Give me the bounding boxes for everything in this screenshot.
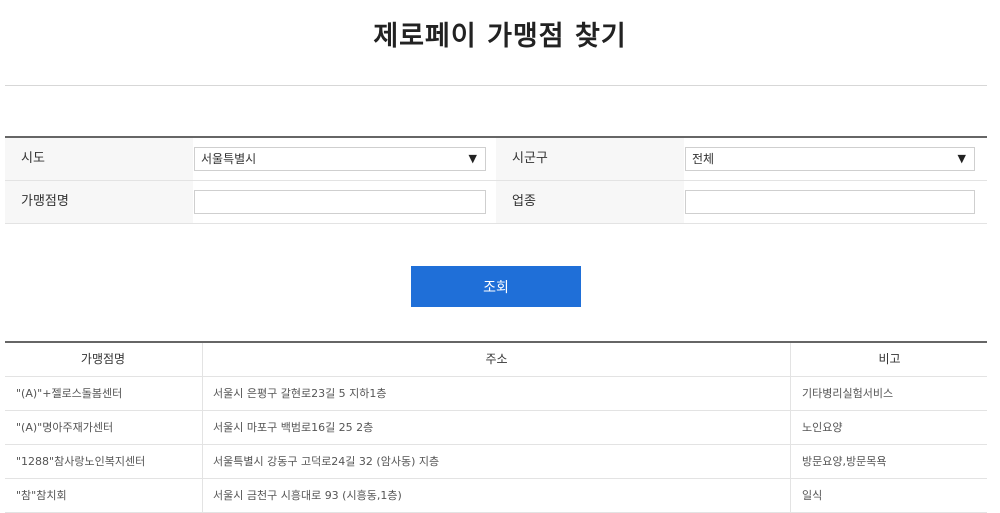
sido-select[interactable]: 서울특별시 ▼	[194, 147, 486, 171]
search-filter-form: 시도 서울특별시 ▼ 시군구 전체 ▼ 가맹점명 업종	[5, 136, 987, 224]
category-label: 업종	[496, 181, 684, 223]
sigungu-select-value: 전체	[692, 152, 715, 166]
store-name-cell: "1288"참사랑노인복지센터	[16, 455, 146, 468]
note-cell: 방문요양,방문목욕	[790, 445, 988, 478]
store-name-cell: "(A)"+젤로스돌봄센터	[16, 387, 123, 400]
column-header-store-name: 가맹점명	[5, 343, 201, 376]
page-title: 제로페이 가맹점 찾기	[373, 21, 627, 52]
results-table: 가맹점명 주소 비고 "(A)"+젤로스돌봄센터 서울시 은평구 갈현로23길 …	[5, 341, 988, 513]
sido-select-value: 서울특별시	[201, 152, 257, 166]
sido-label: 시도	[5, 138, 193, 180]
store-name-label: 가맹점명	[5, 181, 193, 223]
chevron-down-icon: ▼	[957, 152, 966, 165]
column-header-address: 주소	[202, 343, 790, 376]
address-cell: 서울특별시 강동구 고덕로24길 32 (암사동) 지층	[202, 445, 790, 478]
store-name-cell: "참"참치회	[16, 489, 67, 502]
address-cell: 서울시 은평구 갈현로23길 5 지하1층	[202, 377, 790, 410]
store-name-cell: "(A)"명아주재가센터	[16, 421, 114, 434]
chevron-down-icon: ▼	[468, 152, 477, 165]
sigungu-field-cell: 전체 ▼	[684, 138, 987, 180]
column-header-note: 비고	[790, 343, 988, 376]
title-divider	[5, 85, 987, 86]
store-name-field-cell	[193, 181, 496, 223]
table-row[interactable]: "참"참치회 서울시 금천구 시흥대로 93 (시흥동,1층) 일식	[5, 479, 987, 513]
category-field-cell	[684, 181, 987, 223]
search-button[interactable]: 조회	[411, 266, 581, 307]
note-cell: 일식	[790, 479, 988, 512]
sigungu-select[interactable]: 전체 ▼	[685, 147, 975, 171]
note-cell: 노인요양	[790, 411, 988, 444]
filter-row-region: 시도 서울특별시 ▼ 시군구 전체 ▼	[5, 138, 987, 181]
note-cell: 기타병리실험서비스	[790, 377, 988, 410]
address-cell: 서울시 금천구 시흥대로 93 (시흥동,1층)	[202, 479, 790, 512]
table-row[interactable]: "(A)"+젤로스돌봄센터 서울시 은평구 갈현로23길 5 지하1층 기타병리…	[5, 377, 987, 411]
sigungu-label: 시군구	[496, 138, 684, 180]
table-row[interactable]: "1288"참사랑노인복지센터 서울특별시 강동구 고덕로24길 32 (암사동…	[5, 445, 987, 479]
filter-row-store: 가맹점명 업종	[5, 181, 987, 224]
table-header-row: 가맹점명 주소 비고	[5, 343, 988, 377]
store-name-input[interactable]	[194, 190, 486, 214]
sido-field-cell: 서울특별시 ▼	[193, 138, 496, 180]
category-input[interactable]	[685, 190, 975, 214]
address-cell: 서울시 마포구 백범로16길 25 2층	[202, 411, 790, 444]
table-row[interactable]: "(A)"명아주재가센터 서울시 마포구 백범로16길 25 2층 노인요양	[5, 411, 987, 445]
